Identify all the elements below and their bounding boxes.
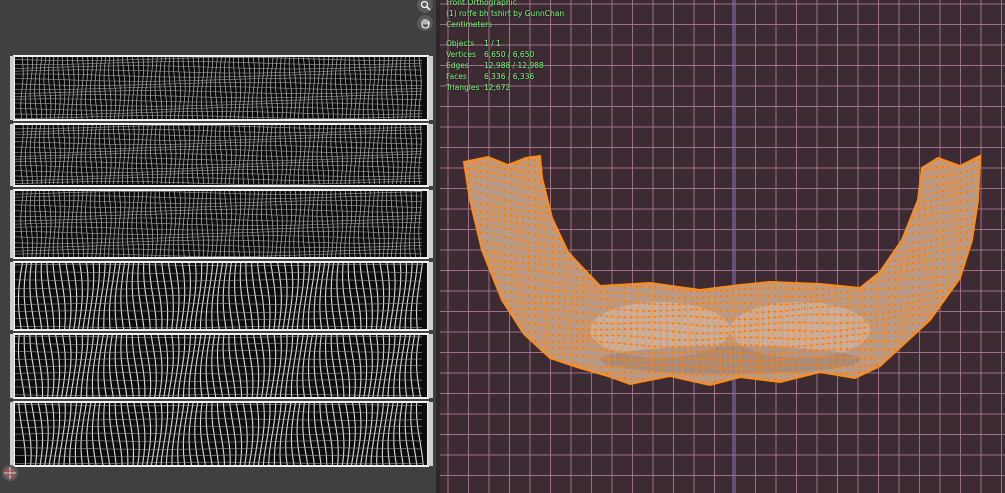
view-name: Front Orthographic <box>446 0 517 7</box>
uv-island[interactable] <box>10 333 433 399</box>
viewport-info-overlay: Front Orthographic (1) ro!fe bh tshirt b… <box>446 0 564 93</box>
uv-island[interactable] <box>10 123 433 187</box>
uv-island[interactable] <box>10 189 433 259</box>
3d-viewport[interactable]: Front Orthographic (1) ro!fe bh tshirt b… <box>440 0 1005 493</box>
stat-faces: Faces 6,336 / 6,336 <box>446 72 535 81</box>
hand-icon[interactable] <box>417 15 433 31</box>
uv-canvas[interactable] <box>0 0 436 493</box>
cursor-icon[interactable] <box>2 465 18 481</box>
uv-island[interactable] <box>10 401 433 467</box>
uv-island[interactable] <box>10 55 433 121</box>
uv-editor-panel[interactable] <box>0 0 436 493</box>
stat-objects: Objects 1 / 1 <box>446 39 501 48</box>
uv-island[interactable] <box>10 261 433 331</box>
units-label: Centimeters <box>446 20 493 29</box>
stat-triangles: Triangles 12,672 <box>446 83 511 92</box>
stat-edges: Edges 12,988 / 12,988 <box>446 61 544 70</box>
stat-vertices: Vertices 6,650 / 6,650 <box>446 50 535 59</box>
object-name: (1) ro!fe bh tshirt by GunnChan <box>446 9 565 18</box>
